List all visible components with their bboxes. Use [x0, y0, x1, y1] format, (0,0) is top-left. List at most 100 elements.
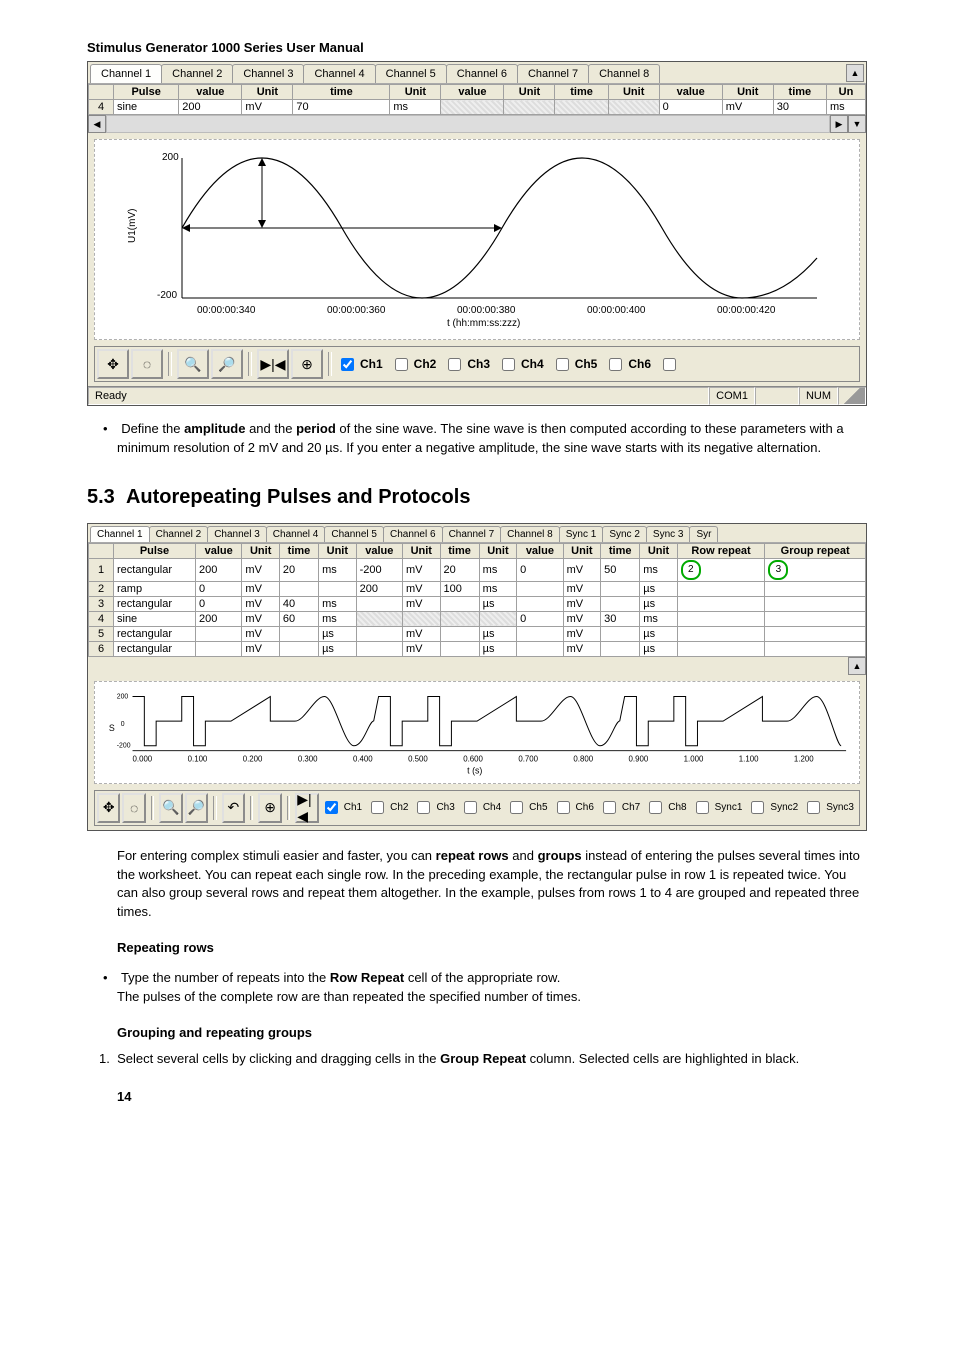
cell[interactable]: mV [403, 641, 441, 656]
check-ch5[interactable]: Ch5 [552, 355, 598, 374]
cell[interactable] [279, 581, 318, 596]
cell[interactable]: 0 [517, 558, 563, 581]
cell[interactable] [356, 641, 402, 656]
cell[interactable]: 200 [356, 581, 402, 596]
pulse-grid-2[interactable]: PulsevalueUnittimeUnitvalueUnittimeUnitv… [88, 543, 866, 657]
grid-row[interactable]: 1rectangular200mV20ms-200mV20ms0mV50ms23 [89, 558, 866, 581]
cell[interactable] [440, 641, 479, 656]
cell[interactable]: µs [640, 641, 678, 656]
cell[interactable] [677, 641, 765, 656]
skip-icon[interactable]: ▶|◀ [257, 349, 289, 379]
cell[interactable]: sine [114, 611, 196, 626]
cell[interactable] [765, 596, 866, 611]
scroll-left-icon[interactable]: ◀ [88, 115, 106, 133]
cell[interactable] [765, 641, 866, 656]
cell[interactable]: mV [242, 581, 280, 596]
scroll-up-icon[interactable]: ▲ [848, 657, 866, 675]
cell[interactable]: ms [319, 611, 357, 626]
pan-icon[interactable]: ✥ [97, 793, 120, 823]
check-ch3[interactable]: Ch3 [444, 355, 490, 374]
cell[interactable]: 50 [601, 558, 640, 581]
cell[interactable]: µs [479, 596, 517, 611]
scroll-down-icon[interactable]: ▼ [848, 115, 866, 133]
tab-channel-5[interactable]: Channel 5 [324, 526, 384, 542]
cell[interactable]: ms [319, 558, 357, 581]
cell[interactable] [517, 596, 563, 611]
resize-grip-icon[interactable] [838, 387, 866, 405]
check-ch7[interactable]: Ch7 [599, 798, 640, 817]
cell[interactable]: 0 [195, 596, 241, 611]
tab-channel-3[interactable]: Channel 3 [232, 64, 304, 83]
check-ch1[interactable]: Ch1 [337, 355, 383, 374]
cell[interactable]: mV [403, 581, 441, 596]
tab-sync-1[interactable]: Sync 1 [559, 526, 604, 542]
cell[interactable]: µs [640, 626, 678, 641]
cell[interactable]: µs [640, 581, 678, 596]
check-ch4[interactable]: Ch4 [460, 798, 501, 817]
cell-unit[interactable]: mV [242, 100, 293, 115]
tab-channel-4[interactable]: Channel 4 [266, 526, 326, 542]
undo-zoom-icon[interactable]: ↶ [222, 793, 245, 823]
cell[interactable] [319, 581, 357, 596]
tab-channel-2[interactable]: Channel 2 [161, 64, 233, 83]
zoom-out-icon[interactable]: 🔍 [159, 793, 182, 823]
cell[interactable] [677, 611, 765, 626]
cell[interactable] [517, 641, 563, 656]
check-extra[interactable] [663, 358, 676, 371]
cell[interactable]: rectangular [114, 626, 196, 641]
cell[interactable]: mV [563, 596, 601, 611]
zoom-in-icon[interactable]: 🔎 [211, 349, 243, 379]
scroll-right-icon[interactable]: ▶ [830, 115, 848, 133]
tab-channel-1[interactable]: Channel 1 [90, 64, 162, 83]
cell[interactable] [279, 641, 318, 656]
cell[interactable]: 60 [279, 611, 318, 626]
cell[interactable]: µs [479, 626, 517, 641]
cell[interactable] [517, 581, 563, 596]
cell[interactable] [440, 611, 479, 626]
cell[interactable] [677, 596, 765, 611]
cell-pulse[interactable]: sine [114, 100, 179, 115]
grid-row[interactable]: 2ramp0mV200mV100msmVµs [89, 581, 866, 596]
scroll-up-icon[interactable]: ▲ [846, 64, 864, 82]
check-ch6[interactable]: Ch6 [553, 798, 594, 817]
cell-time[interactable]: 30 [773, 100, 826, 115]
check-sync1[interactable]: Sync1 [692, 798, 743, 817]
cell[interactable]: ms [319, 596, 357, 611]
cell[interactable]: 30 [601, 611, 640, 626]
cell[interactable]: mV [403, 558, 441, 581]
cell[interactable]: µs [319, 626, 357, 641]
cell[interactable]: 200 [195, 558, 241, 581]
cell[interactable]: mV [242, 558, 280, 581]
check-sync2[interactable]: Sync2 [747, 798, 798, 817]
cell[interactable]: ms [640, 611, 678, 626]
cell[interactable] [356, 626, 402, 641]
cell[interactable] [517, 626, 563, 641]
cell[interactable]: 200 [195, 611, 241, 626]
cell[interactable]: ramp [114, 581, 196, 596]
cell[interactable]: µs [640, 596, 678, 611]
cell-time[interactable]: 70 [293, 100, 390, 115]
grid-row[interactable]: 4 sine 200 mV 70 ms 0 mV 30 ms [89, 100, 866, 115]
cell-unit[interactable]: ms [826, 100, 865, 115]
tab-sync-2[interactable]: Sync 2 [602, 526, 647, 542]
skip-icon[interactable]: ▶|◀ [295, 793, 318, 823]
cell[interactable]: rectangular [114, 558, 196, 581]
tab-channel-6[interactable]: Channel 6 [446, 64, 518, 83]
cell[interactable]: 3 [765, 558, 866, 581]
cell[interactable]: 20 [440, 558, 479, 581]
check-ch1[interactable]: Ch1 [321, 798, 362, 817]
grid-row[interactable]: 6rectangularmVµsmVµsmVµs [89, 641, 866, 656]
cell[interactable] [195, 641, 241, 656]
cell-unit[interactable]: ms [390, 100, 441, 115]
zoom-fit-icon[interactable]: ⊕ [291, 349, 323, 379]
cell[interactable] [479, 611, 517, 626]
tab-channel-8[interactable]: Channel 8 [500, 526, 560, 542]
cell[interactable]: mV [403, 596, 441, 611]
tab-channel-2[interactable]: Channel 2 [149, 526, 209, 542]
check-ch3[interactable]: Ch3 [413, 798, 454, 817]
cell[interactable] [279, 626, 318, 641]
grid-row[interactable]: 5rectangularmVµsmVµsmVµs [89, 626, 866, 641]
cell[interactable]: mV [563, 558, 601, 581]
cell[interactable] [677, 626, 765, 641]
tab-channel-3[interactable]: Channel 3 [207, 526, 267, 542]
